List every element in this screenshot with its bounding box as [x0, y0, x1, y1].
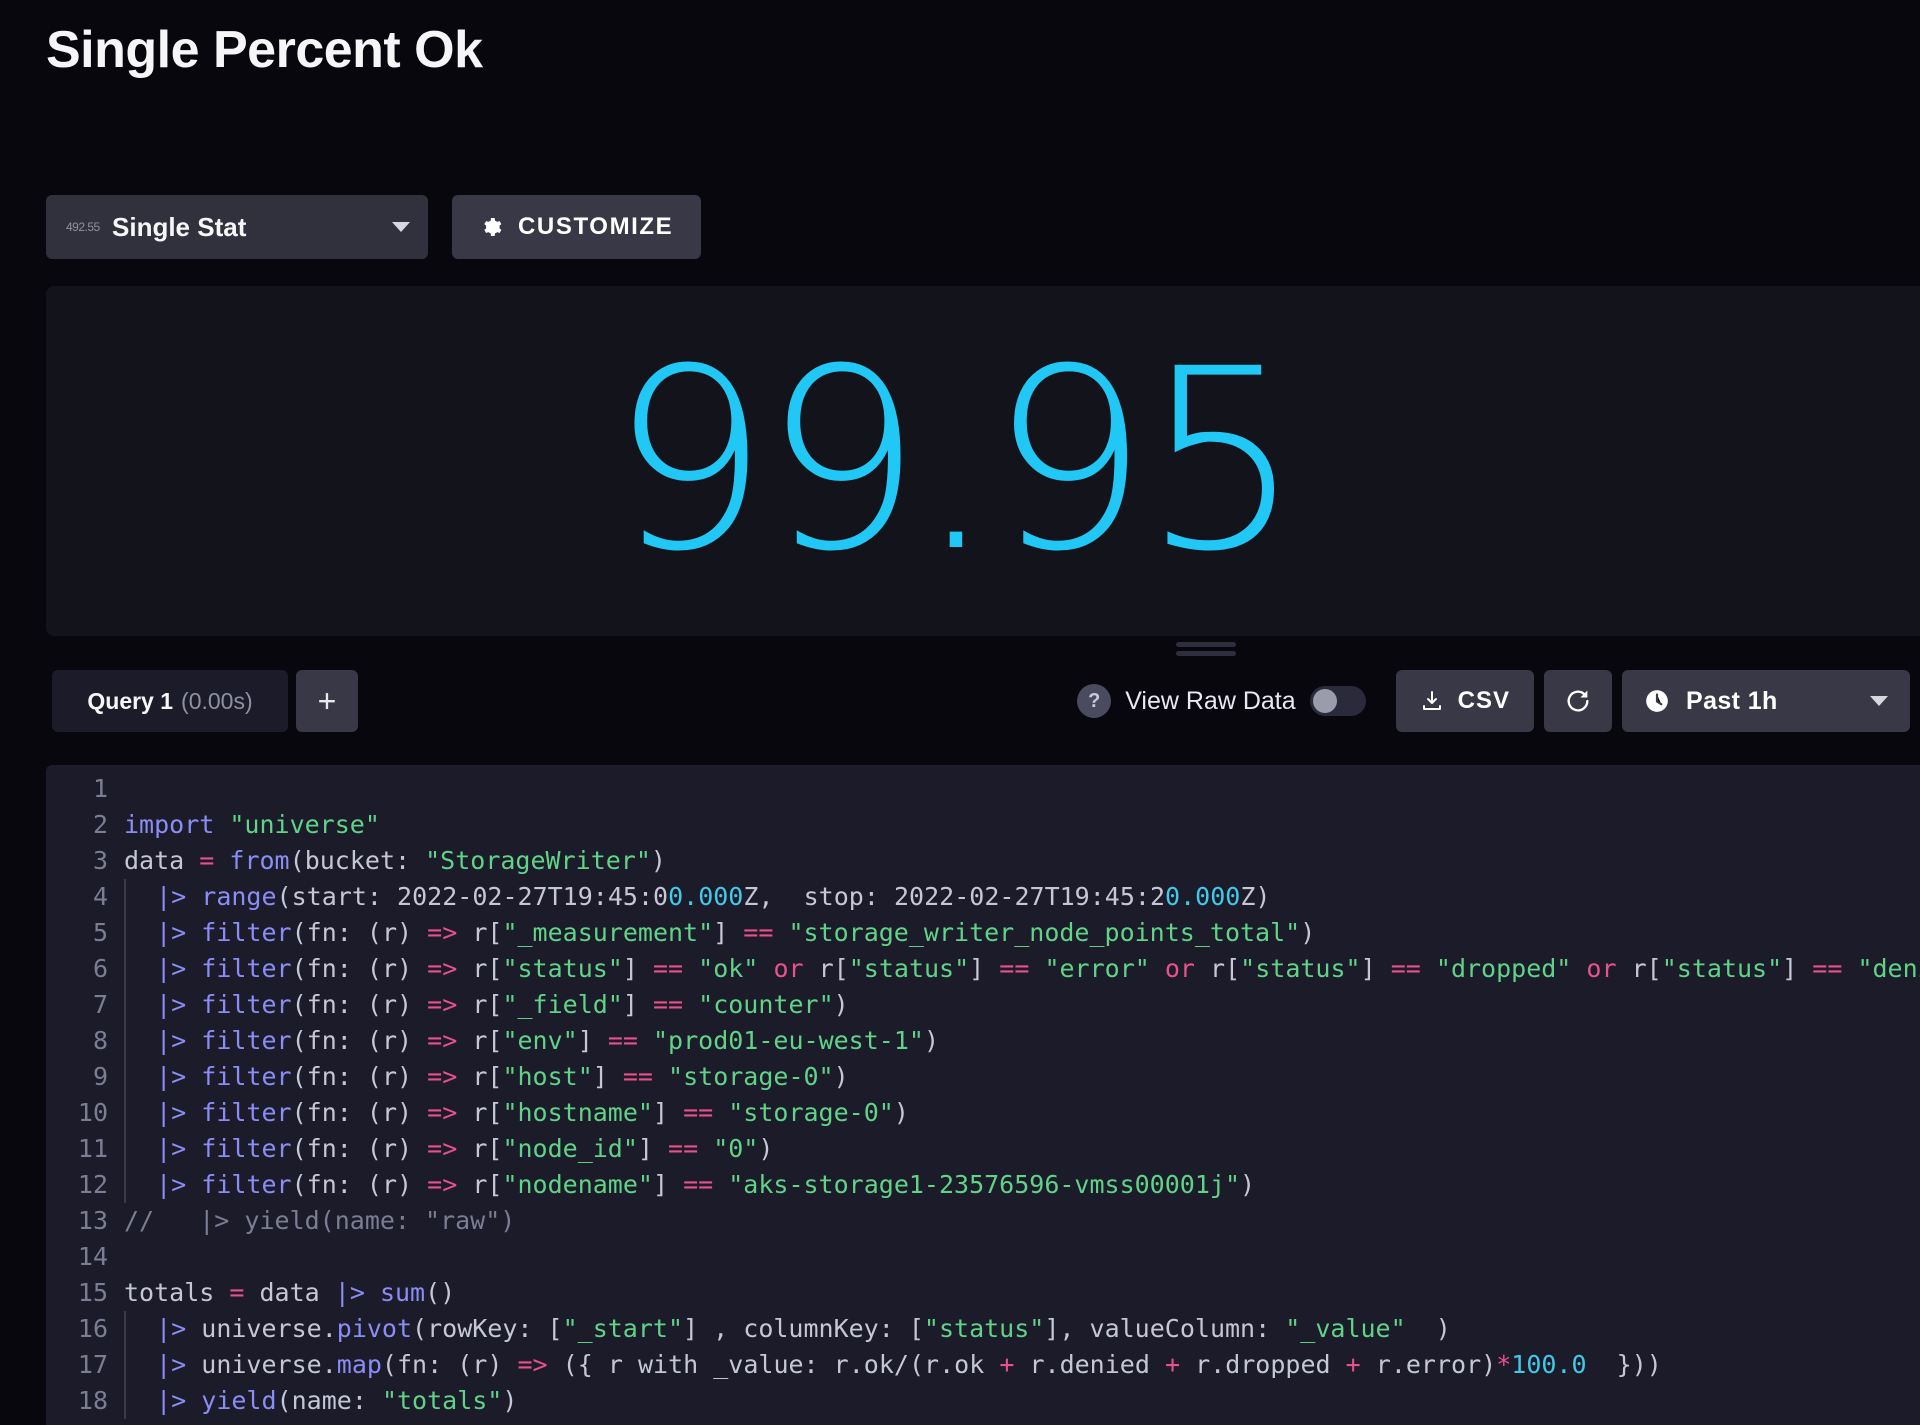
- code-line: |> range(start: 2022-02-27T19:45:00.000Z…: [124, 879, 1920, 915]
- line-number: 15: [77, 1278, 108, 1307]
- query-builder-page: Single Percent Ok 492.55 Single Stat CUS…: [0, 0, 1920, 1425]
- line-number: 10: [77, 1098, 108, 1127]
- time-range-label: Past 1h: [1686, 686, 1778, 715]
- add-query-button[interactable]: +: [296, 670, 358, 732]
- line-number: 11: [77, 1134, 108, 1163]
- line-number: 13: [77, 1206, 108, 1235]
- code-line: |> yield(name: "totals"): [124, 1383, 1920, 1419]
- line-number: 9: [92, 1062, 108, 1091]
- gear-icon: [484, 218, 502, 236]
- query-toolbar: Query 1 (0.00s) + ? View Raw Data CSV Pa…: [52, 670, 1920, 732]
- flux-code[interactable]: import "universe" data = from(bucket: "St…: [124, 771, 1920, 1425]
- panel-resize-handle[interactable]: [1176, 642, 1236, 656]
- refresh-button[interactable]: [1544, 670, 1612, 732]
- single-stat-icon: 492.55: [66, 220, 100, 234]
- code-line: import "universe": [124, 810, 380, 839]
- line-number: 16: [77, 1314, 108, 1343]
- visualization-controls: 492.55 Single Stat CUSTOMIZE: [46, 195, 702, 259]
- page-title: Single Percent Ok: [46, 21, 483, 79]
- line-number: 19: [46, 1419, 108, 1425]
- line-number: 17: [77, 1350, 108, 1379]
- code-line: |> filter(fn: (r) => r["host"] == "stora…: [124, 1059, 1920, 1095]
- chevron-down-icon: [1870, 696, 1888, 706]
- query-toolbar-actions: ? View Raw Data CSV Past 1h: [1077, 670, 1920, 732]
- visualization-type-dropdown[interactable]: 492.55 Single Stat: [46, 195, 428, 259]
- line-number: 5: [92, 918, 108, 947]
- refresh-icon: [1567, 690, 1589, 712]
- code-line: |> filter(fn: (r) => r["hostname"] == "s…: [124, 1095, 1920, 1131]
- line-number: 7: [92, 990, 108, 1019]
- line-number: 6: [92, 954, 108, 983]
- code-line: |> filter(fn: (r) => r["node_id"] == "0"…: [124, 1131, 1920, 1167]
- query-tab-duration: (0.00s): [181, 687, 253, 714]
- code-line: data = from(bucket: "StorageWriter"): [124, 846, 666, 875]
- code-line: // |> yield(name: "raw"): [124, 1206, 516, 1235]
- single-stat-panel: 99.95: [46, 286, 1920, 636]
- line-number: 12: [77, 1170, 108, 1199]
- view-raw-data-label: View Raw Data: [1125, 686, 1296, 715]
- code-line: |> filter(fn: (r) => r["_field"] == "cou…: [124, 987, 1920, 1023]
- chevron-down-icon: [392, 222, 410, 232]
- customize-button-label: CUSTOMIZE: [518, 213, 674, 240]
- line-number: 4: [92, 882, 108, 911]
- line-number: 1: [92, 774, 108, 803]
- code-line: |> filter(fn: (r) => r["status"] == "ok"…: [124, 951, 1920, 987]
- resize-bar-bottom: [1176, 651, 1236, 656]
- toggle-knob: [1312, 689, 1337, 713]
- line-number-gutter: 12345678910111213141516171819: [46, 771, 124, 1425]
- code-line: totals = data |> sum(): [124, 1278, 456, 1307]
- view-raw-data-toggle-group[interactable]: ? View Raw Data: [1077, 684, 1366, 718]
- clock-icon: [1646, 690, 1668, 712]
- query-tab-1[interactable]: Query 1 (0.00s): [52, 670, 288, 732]
- code-line: |> universe.pivot(rowKey: ["_start"] , c…: [124, 1311, 1920, 1347]
- visualization-type-label: Single Stat: [112, 211, 247, 242]
- time-range-button[interactable]: Past 1h: [1622, 670, 1910, 732]
- code-line: |> filter(fn: (r) => r["nodename"] == "a…: [124, 1167, 1920, 1203]
- query-tab-name: Query 1: [87, 687, 174, 714]
- single-stat-value: 99.95: [610, 315, 1302, 606]
- customize-button[interactable]: CUSTOMIZE: [452, 195, 702, 259]
- view-raw-data-toggle[interactable]: [1309, 686, 1366, 716]
- csv-button-label: CSV: [1457, 687, 1510, 714]
- download-icon: [1422, 691, 1441, 710]
- code-line: |> filter(fn: (r) => r["env"] == "prod01…: [124, 1023, 1920, 1059]
- line-number: 3: [92, 846, 108, 875]
- code-line: |> filter(fn: (r) => r["_measurement"] =…: [124, 915, 1920, 951]
- resize-bar-top: [1176, 642, 1236, 647]
- line-number: 2: [92, 810, 108, 839]
- query-tabs: Query 1 (0.00s) +: [52, 670, 358, 732]
- code-line: |> universe.map(fn: (r) => ({ r with _va…: [124, 1347, 1920, 1383]
- line-number: 8: [92, 1026, 108, 1055]
- csv-download-button[interactable]: CSV: [1395, 670, 1534, 732]
- line-number: 18: [77, 1386, 108, 1415]
- flux-script-editor[interactable]: 12345678910111213141516171819 import "un…: [46, 765, 1920, 1425]
- help-icon[interactable]: ?: [1077, 684, 1112, 718]
- line-number: 14: [77, 1242, 108, 1271]
